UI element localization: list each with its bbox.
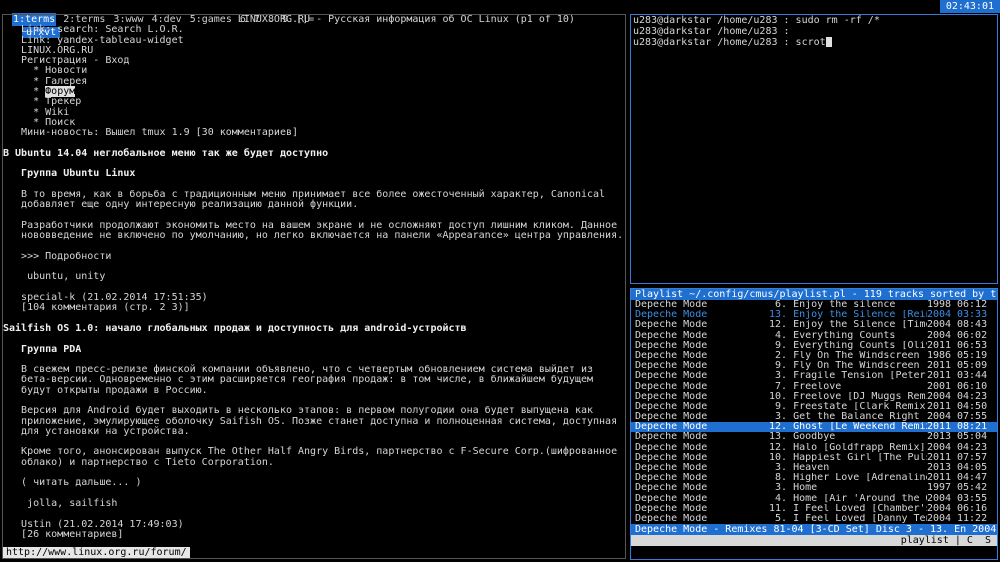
track-title: 5. I Feel Loved [Danny Tenagli bbox=[775, 513, 927, 524]
track-artist: Depeche Mode bbox=[635, 350, 708, 361]
track-title: 6. Enjoy the silence bbox=[763, 300, 896, 310]
track-title: 2. Fly On The Windscreen - Fi bbox=[775, 350, 927, 361]
terminal-line: u283@darkstar /home/u283 : bbox=[633, 26, 790, 37]
track-title: 3. Home bbox=[763, 483, 818, 494]
browser-line: jolla, sailfish bbox=[3, 497, 118, 509]
track-artist: Depeche Mode bbox=[635, 442, 708, 453]
browser-line: * Галерея bbox=[3, 75, 88, 87]
track-year: 2004 bbox=[927, 512, 952, 524]
track-artist: Depeche Mode bbox=[635, 513, 708, 524]
track-artist: Depeche Mode bbox=[635, 361, 708, 372]
track-year: 2011 bbox=[927, 370, 952, 382]
browser-line: Sailfish OS 1.0: начало глобальных прода… bbox=[3, 322, 467, 334]
track-title: 4. Everything Counts bbox=[763, 330, 896, 341]
browser-line bbox=[3, 334, 625, 344]
playback-status: > 00:36 / 03:33 - 11:12:41 vol: 59 bbox=[659, 546, 864, 558]
track-artist: Depeche Mode bbox=[635, 310, 708, 321]
browser-line: В Ubuntu 14.04 неглобальное меню так же … bbox=[3, 147, 329, 159]
browser-line: Link: yandex-tableau-widget bbox=[3, 34, 184, 46]
browser-line: * Новости bbox=[3, 65, 88, 77]
track-artist: Depeche Mode bbox=[635, 300, 708, 310]
cmus-pane[interactable]: Playlist ~/.config/cmus/playlist.pl - 11… bbox=[630, 288, 998, 560]
browser-line: Группа Ubuntu Linux bbox=[3, 168, 136, 180]
terminal-prompt: u283@darkstar /home/u283 : scrot bbox=[633, 37, 826, 48]
now-playing: Depeche Mode - Remixes 81-04 [3-CD Set] … bbox=[631, 524, 997, 536]
terminal-pane[interactable]: u283@darkstar /home/u283 : sudo rm -rf /… bbox=[630, 14, 998, 284]
status-url: http://www.linux.org.ru/forum/ bbox=[3, 547, 190, 558]
browser-line: ubuntu, unity bbox=[3, 271, 106, 283]
browser-line: * Форум bbox=[3, 86, 76, 98]
browser-line: ( читать дальше... ) bbox=[3, 477, 142, 489]
track-title: 13. Goodbye bbox=[763, 432, 836, 443]
track-title: 11. I Feel Loved [Chamber's Rem bbox=[769, 503, 927, 514]
browser-line: добавляет еще одну интересную реализацию… bbox=[3, 199, 359, 211]
browser-content: LINUX.ORG.RU - Русская информация об ОС … bbox=[3, 15, 625, 540]
track-title: 4. Home [Air 'Around the Golf' bbox=[775, 493, 927, 504]
track-artist: Depeche Mode bbox=[635, 473, 708, 484]
browser-line: для установки на устройства. bbox=[3, 425, 190, 437]
track-artist: Depeche Mode bbox=[635, 401, 708, 412]
track-title: 10. Freelove [DJ Muggs Remix] bbox=[763, 391, 927, 402]
track-artist: Depeche Mode bbox=[635, 493, 708, 504]
track-title: 12. Enjoy the Silence [Timo Maa bbox=[769, 320, 927, 331]
browser-line: Группа PDA bbox=[3, 343, 82, 355]
track-title: 3. Get the Balance Right bbox=[763, 412, 920, 423]
track-artist: Depeche Mode bbox=[635, 503, 708, 514]
track-artist: Depeche Mode bbox=[635, 320, 708, 331]
track-artist: Depeche Mode bbox=[635, 422, 708, 433]
playlist-mode: playlist | C S bbox=[900, 535, 991, 547]
track-title: 13. Enjoy the Silence [Reinterp bbox=[769, 310, 927, 321]
track-artist: Depeche Mode bbox=[635, 463, 708, 473]
track-title: 12. Halo [Goldfrapp Remix] bbox=[763, 442, 926, 453]
track-title: 12. Ghost [Le Weekend Remix] bbox=[763, 422, 927, 433]
track-title: 3. Fragile Tension [Peter Bjor bbox=[775, 371, 926, 382]
terminal-line: u283@darkstar /home/u283 : scrot bbox=[631, 37, 997, 48]
browser-line: >>> Подробности bbox=[3, 250, 112, 262]
browser-line: [26 комментариев] bbox=[3, 528, 124, 540]
track-time: 11:22 bbox=[957, 512, 988, 524]
browser-pane[interactable]: LINUX.ORG.RU - Русская информация об ОС … bbox=[2, 14, 626, 559]
browser-line: нововведение не включено по умолчанию, н… bbox=[3, 230, 624, 242]
browser-line: облако) и партнерство с Tieto Corporatio… bbox=[3, 456, 274, 468]
browser-line: будут открыты продажи в Россию. bbox=[3, 384, 208, 396]
track-artist: Depeche Mode bbox=[635, 330, 708, 341]
clock: 02:43:01 bbox=[939, 0, 1000, 13]
browser-line: Регистрация - Вход bbox=[3, 55, 130, 67]
track-artist: Depeche Mode bbox=[635, 452, 708, 463]
track-artist: Depeche Mode bbox=[635, 483, 708, 494]
track-title: 3. Heaven bbox=[763, 463, 830, 473]
browser-line: * Трекер bbox=[3, 96, 82, 108]
track-title: 9. Freestate [Clark Remix] bbox=[763, 401, 927, 412]
text-cursor bbox=[825, 37, 832, 47]
track-artist: Depeche Mode bbox=[635, 371, 708, 382]
top-bar: 1:terms 2:terms 3:www 4:dev 5:games 6 7 … bbox=[0, 0, 1000, 38]
track-title: 9. Everything Counts [Oliver H bbox=[775, 340, 927, 351]
browser-line: Мини-новость: Вышел tmux 1.9 [30 коммент… bbox=[3, 127, 299, 139]
track-time: 03:44 bbox=[957, 370, 988, 382]
terminal-line: u283@darkstar /home/u283 : sudo rm -rf /… bbox=[633, 15, 880, 26]
track-row[interactable]: Depeche Mode 5. I Feel Loved [Danny Tena… bbox=[631, 512, 997, 524]
track-artist: Depeche Mode bbox=[635, 412, 708, 423]
track-artist: Depeche Mode bbox=[635, 381, 708, 392]
track-title: 10. Happiest Girl [The Pulsatin bbox=[769, 452, 927, 463]
track-artist: Depeche Mode bbox=[635, 391, 708, 402]
track-title: 8. Higher Love [Adrenaline Mix bbox=[775, 473, 927, 484]
track-title: 7. Freelove bbox=[763, 381, 842, 392]
track-artist: Depeche Mode bbox=[635, 340, 708, 351]
track-list[interactable]: Depeche Mode 6. Enjoy the silence 1998 06:… bbox=[631, 299, 997, 524]
track-row[interactable]: Depeche Mode 3. Fragile Tension [Peter B… bbox=[631, 371, 997, 381]
browser-line: * Wiki bbox=[3, 106, 70, 118]
track-artist: Depeche Mode bbox=[635, 432, 708, 443]
browser-line: [104 комментария (стр. 2 3)] bbox=[3, 302, 190, 314]
player-status: > 00:36 / 03:33 - 11:12:41 vol: 59 playl… bbox=[631, 535, 997, 557]
track-title: 9. Fly On The Windscreen [Deat bbox=[775, 361, 927, 372]
browser-line bbox=[3, 509, 625, 519]
